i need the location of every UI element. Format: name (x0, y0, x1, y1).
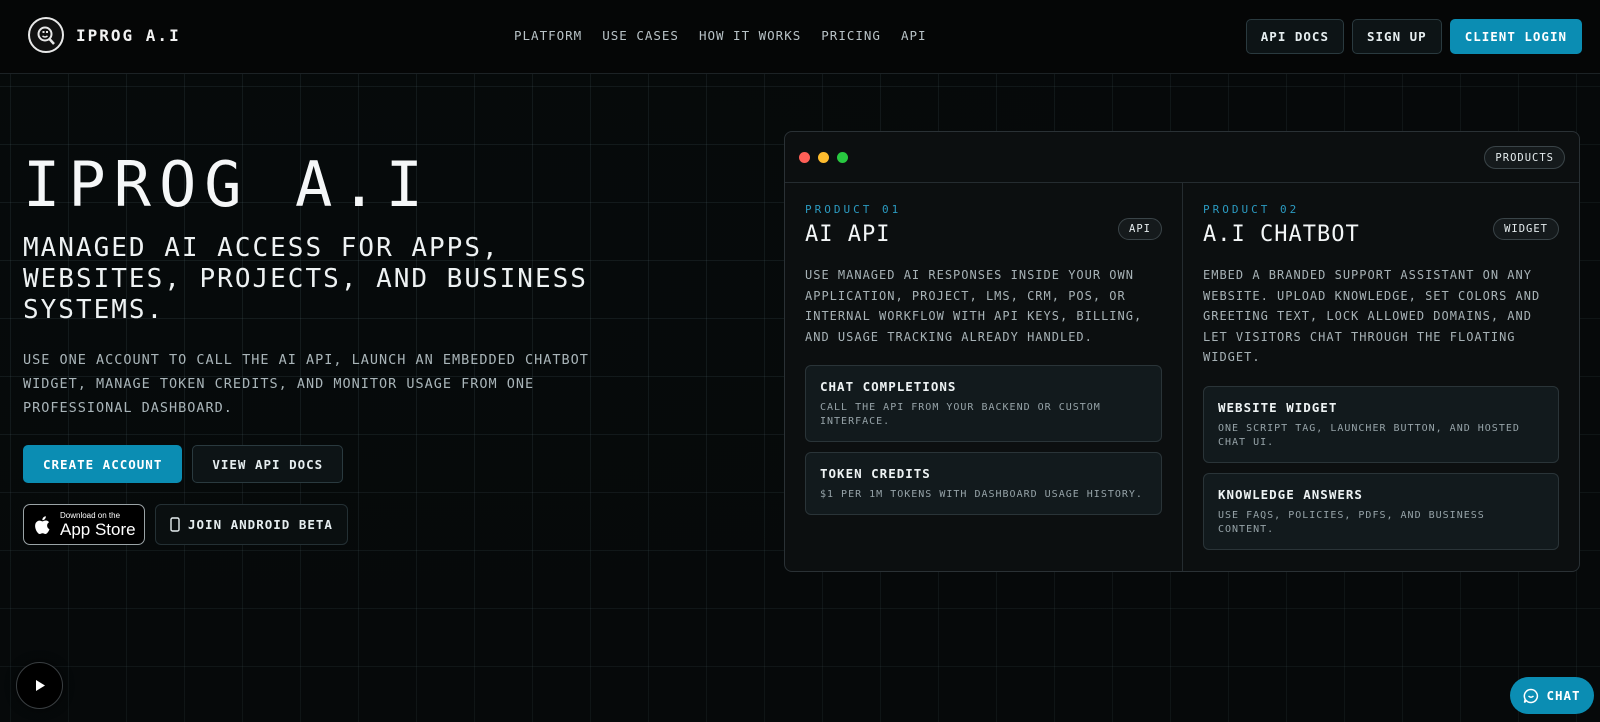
feature-description: USE FAQS, POLICIES, PDFS, AND BUSINESS C… (1218, 509, 1485, 535)
feature-title: CHAT COMPLETIONS (820, 379, 957, 394)
feature-knowledge-answers[interactable]: KNOWLEDGE ANSWERS USE FAQS, POLICIES, PD… (1203, 472, 1559, 550)
window-titlebar: PRODUCTS (785, 132, 1579, 183)
products-tag: PRODUCTS (1484, 146, 1565, 169)
product-card-ai-chatbot: PRODUCT 02 A.I CHATBOT WIDGET EMBED A BR… (1182, 183, 1579, 571)
feature-title: WEBSITE WIDGET (1218, 399, 1338, 415)
nav-how-it-works[interactable]: HOW IT WORKS (699, 28, 801, 43)
join-android-beta-button[interactable]: JOIN ANDROID BETA (155, 504, 348, 545)
main-nav: PLATFORM USE CASES HOW IT WORKS PRICING … (514, 28, 927, 43)
product-card-ai-api: PRODUCT 01 AI API API USE MANAGED AI RES… (785, 183, 1182, 571)
hero-title: IPROG A.I (23, 148, 431, 221)
close-dot[interactable] (799, 152, 810, 163)
nav-platform[interactable]: PLATFORM (514, 28, 582, 43)
feature-title: KNOWLEDGE ANSWERS (1218, 486, 1363, 502)
nav-use-cases[interactable]: USE CASES (602, 28, 679, 43)
products-window: PRODUCTS PRODUCT 01 AI API API USE MANAG… (784, 131, 1580, 572)
feature-website-widget[interactable]: WEBSITE WIDGET ONE SCRIPT TAG, LAUNCHER … (1203, 385, 1559, 463)
window-controls (799, 152, 848, 163)
chat-bubble-icon (1524, 688, 1539, 703)
feature-description: $1 PER 1M TOKENS WITH DASHBOARD USAGE HI… (820, 489, 1143, 500)
maximize-dot[interactable] (837, 152, 848, 163)
phone-icon (170, 517, 180, 532)
feature-description: ONE SCRIPT TAG, LAUNCHER BUTTON, AND HOS… (1218, 422, 1520, 448)
api-docs-button[interactable]: API DOCS (1245, 19, 1344, 54)
product-description: USE MANAGED AI RESPONSES INSIDE YOUR OWN… (805, 268, 1143, 344)
hero-cta-row: CREATE ACCOUNT VIEW API DOCS (23, 445, 344, 483)
app-store-text: Download on the App Store (60, 511, 136, 539)
header-actions: API DOCS SIGN UP CLIENT LOGIN (1245, 19, 1582, 54)
minimize-dot[interactable] (818, 152, 829, 163)
logo-icon (28, 17, 64, 53)
product-columns: PRODUCT 01 AI API API USE MANAGED AI RES… (785, 183, 1579, 571)
brand-name: IPROG A.I (76, 25, 181, 45)
feature-title: TOKEN CREDITS (820, 466, 931, 481)
product-kicker: PRODUCT 02 (1203, 203, 1300, 216)
apple-icon (35, 515, 50, 534)
sign-up-button[interactable]: SIGN UP (1352, 19, 1442, 54)
hero-description: USE ONE ACCOUNT TO CALL THE AI API, LAUN… (23, 352, 589, 416)
top-header: IPROG A.I PLATFORM USE CASES HOW IT WORK… (0, 0, 1600, 74)
create-account-button[interactable]: CREATE ACCOUNT (23, 445, 183, 483)
app-store-small-text: Download on the (60, 510, 121, 520)
view-api-docs-button[interactable]: VIEW API DOCS (192, 445, 344, 483)
product-description: EMBED A BRANDED SUPPORT ASSISTANT ON ANY… (1203, 268, 1541, 364)
android-label: JOIN ANDROID BETA (188, 517, 333, 532)
product-pill: API (1118, 218, 1162, 240)
store-row: Download on the App Store JOIN ANDROID B… (23, 504, 348, 545)
product-kicker: PRODUCT 01 (805, 203, 902, 216)
chat-label: CHAT (1546, 688, 1581, 703)
client-login-button[interactable]: CLIENT LOGIN (1449, 19, 1582, 54)
chat-launcher-button[interactable]: CHAT (1510, 677, 1594, 714)
feature-description: CALL THE API FROM YOUR BACKEND OR CUSTOM… (820, 402, 1101, 427)
app-store-big-text: App Store (60, 519, 136, 539)
feature-token-credits[interactable]: TOKEN CREDITS $1 PER 1M TOKENS WITH DASH… (805, 452, 1162, 515)
hero-subtitle: MANAGED AI ACCESS FOR APPS, WEBSITES, PR… (23, 233, 588, 325)
brand-logo[interactable]: IPROG A.I (28, 17, 181, 53)
play-button[interactable] (16, 662, 63, 709)
play-icon (35, 680, 45, 691)
product-pill: WIDGET (1493, 218, 1559, 240)
app-store-badge[interactable]: Download on the App Store (23, 504, 145, 545)
product-title: AI API (805, 222, 891, 247)
nav-api[interactable]: API (901, 28, 927, 43)
nav-pricing[interactable]: PRICING (821, 28, 881, 43)
feature-chat-completions[interactable]: CHAT COMPLETIONS CALL THE API FROM YOUR … (805, 365, 1162, 442)
